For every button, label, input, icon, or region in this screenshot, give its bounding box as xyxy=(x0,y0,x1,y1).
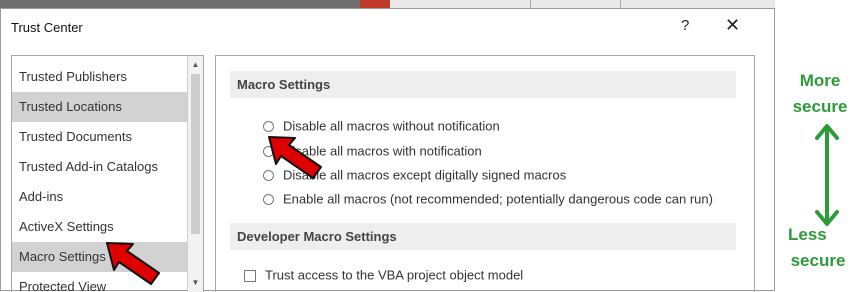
annotation-text: secure xyxy=(790,251,846,270)
sidebar-scrollbar[interactable]: ▲ ▼ xyxy=(187,56,203,292)
trust-vba-access-option[interactable]: Trust access to the VBA project object m… xyxy=(244,265,523,285)
sidebar-item-trusted-addin-catalogs[interactable]: Trusted Add-in Catalogs xyxy=(12,152,195,182)
help-button[interactable]: ? xyxy=(681,17,689,34)
sidebar-item-trusted-locations[interactable]: Trusted Locations xyxy=(12,92,195,122)
radio-button[interactable] xyxy=(263,121,274,133)
developer-macro-settings-header: Developer Macro Settings xyxy=(230,223,736,250)
radio-enable-all[interactable]: Enable all macros (not recommended; pote… xyxy=(263,189,713,209)
annotation-text: Less xyxy=(788,225,827,244)
annotation-text: More xyxy=(799,71,841,90)
more-secure-label: More secure xyxy=(782,68,858,120)
sidebar-item-trusted-documents[interactable]: Trusted Documents xyxy=(12,122,195,152)
radio-disable-without-notification[interactable]: Disable all macros without notification xyxy=(263,116,500,136)
scrollbar-thumb[interactable] xyxy=(191,74,200,234)
sidebar-item-activex-settings[interactable]: ActiveX Settings xyxy=(12,212,195,242)
scroll-up-icon[interactable]: ▲ xyxy=(188,58,203,72)
less-secure-label: Less secure xyxy=(778,222,858,274)
macro-settings-header: Macro Settings xyxy=(230,71,736,98)
checkbox[interactable] xyxy=(244,269,256,282)
scroll-down-icon[interactable]: ▼ xyxy=(188,276,203,290)
red-arrow-icon xyxy=(106,242,160,285)
sidebar-item-trusted-publishers[interactable]: Trusted Publishers xyxy=(12,62,195,92)
dialog-title: Trust Center xyxy=(11,20,83,35)
red-arrow-icon xyxy=(268,136,322,179)
radio-label: Enable all macros (not recommended; pote… xyxy=(283,191,713,207)
checkbox-label: Trust access to the VBA project object m… xyxy=(265,267,524,283)
close-button[interactable]: ✕ xyxy=(725,15,740,36)
annotation-text: secure xyxy=(792,97,848,116)
double-arrow-icon xyxy=(815,124,839,226)
radio-button[interactable] xyxy=(263,194,274,206)
sidebar-item-addins[interactable]: Add-ins xyxy=(12,182,195,212)
radio-label: Disable all macros without notification xyxy=(283,118,500,134)
